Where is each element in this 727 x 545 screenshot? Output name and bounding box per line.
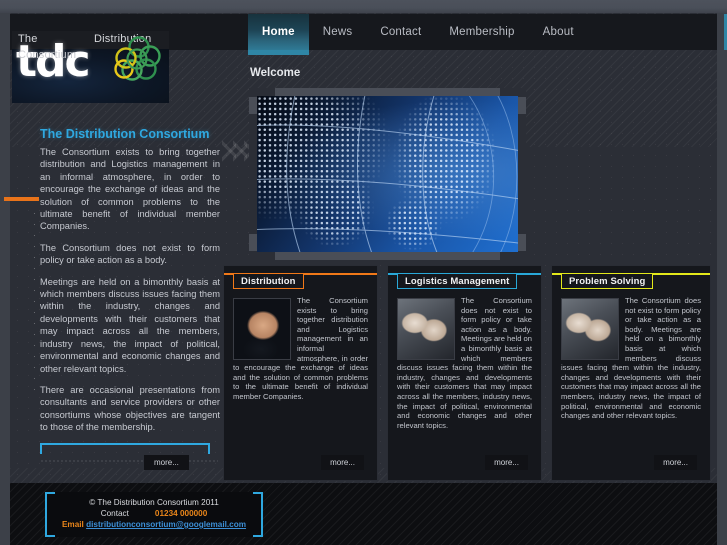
hero-globe-gridlines [257, 96, 518, 252]
footer-contact-line: Contact 01234 000000 [45, 509, 263, 518]
footer-email-label: Email [61, 520, 84, 529]
left-paragraph-4: There are occasional presentations from … [40, 384, 220, 433]
logo-rings-icon [108, 36, 162, 89]
left-more-button[interactable]: more... [144, 455, 189, 470]
panel-title-logistics-management: Logistics Management [397, 273, 518, 289]
panel-problem-solving: Problem Solving The Consortium does not … [551, 265, 711, 481]
panel-more-button-problem-solving[interactable]: more... [654, 455, 697, 470]
panel-more-button-logistics-management[interactable]: more... [485, 455, 528, 470]
feature-panels: Distribution The Consortium exists to br… [223, 265, 717, 481]
hero-banner [249, 88, 526, 260]
nav-item-about[interactable]: About [529, 14, 588, 50]
nav-item-home[interactable]: Home [248, 14, 309, 55]
panel-body: The Consortium does not exist to form po… [397, 296, 532, 430]
nav-item-news[interactable]: News [309, 14, 367, 50]
left-intro-column: The Distribution Consortium The Consorti… [40, 127, 220, 463]
nav-item-contact[interactable]: Contact [366, 14, 435, 50]
hero-globe-image [257, 96, 518, 252]
site-logo[interactable]: The Distribution Consortium tdc [12, 31, 169, 103]
panel-image-hands-keyboard [397, 298, 455, 360]
footer-contact-box: © The Distribution Consortium 2011 Conta… [45, 492, 263, 537]
footer-contact-label: Contact [100, 509, 129, 518]
footer-email-line: Email distributionconsortium@googlemail.… [45, 520, 263, 529]
logo-wordmark-tdc: tdc [16, 36, 91, 87]
left-dotted-divider [40, 458, 218, 463]
site-footer: © The Distribution Consortium 2011 Conta… [10, 483, 717, 545]
page-root: The Distribution Consortium tdc Home New… [0, 0, 727, 545]
panel-distribution: Distribution The Consortium exists to br… [223, 265, 378, 481]
main-navigation: Home News Contact Membership About [248, 14, 588, 55]
footer-copyright: © The Distribution Consortium 2011 [89, 498, 219, 507]
panel-title-distribution: Distribution [233, 273, 304, 289]
logo-word-consortium: Consortium [18, 49, 77, 61]
nav-item-membership[interactable]: Membership [435, 14, 528, 50]
footer-phone: 01234 000000 [154, 509, 208, 518]
panel-header: Distribution [224, 273, 377, 289]
panel-header: Logistics Management [388, 273, 541, 289]
panel-title-problem-solving: Problem Solving [561, 273, 654, 289]
panel-logistics-management: Logistics Management The Consortium does… [387, 265, 542, 481]
left-paragraph-3: Meetings are held on a bimonthly basis a… [40, 276, 220, 374]
panel-body: The Consortium does not exist to form po… [561, 296, 701, 421]
panel-image-hands-keyboard [561, 298, 619, 360]
left-paragraph-2: The Consortium does not exist to form po… [40, 242, 220, 266]
panel-header: Problem Solving [552, 273, 710, 289]
left-bracket-divider [40, 442, 210, 455]
panel-body: The Consortium exists to bring together … [233, 296, 368, 402]
browser-top-strip [0, 0, 727, 13]
left-dot-column [30, 208, 35, 393]
left-column-title: The Distribution Consortium [40, 127, 210, 141]
page-title: Welcome [250, 67, 301, 79]
left-paragraph-1: The Consortium exists to bring together … [40, 147, 220, 232]
panel-more-button-distribution[interactable]: more... [321, 455, 364, 470]
panel-image-man-on-phone [233, 298, 291, 360]
left-orange-marker [4, 197, 39, 201]
footer-email-link[interactable]: distributionconsortium@googlemail.com [86, 520, 246, 529]
